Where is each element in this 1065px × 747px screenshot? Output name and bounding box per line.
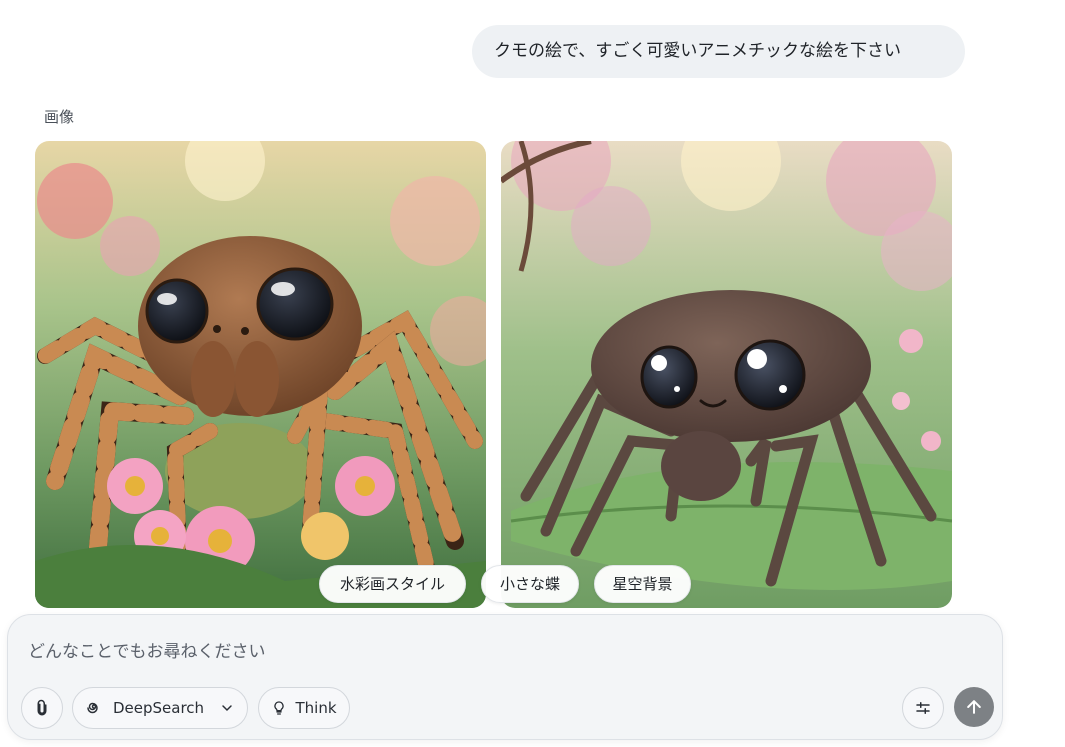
prompt-input[interactable]: どんなことでもお尋ねください <box>28 637 266 662</box>
sliders-icon <box>914 699 932 717</box>
settings-button[interactable] <box>902 687 944 729</box>
send-button[interactable] <box>954 687 994 727</box>
spider-image-1-art <box>35 141 486 608</box>
generated-image-1[interactable] <box>35 141 486 608</box>
attach-button[interactable] <box>21 687 63 729</box>
spiral-search-icon <box>85 699 103 717</box>
generated-image-2[interactable] <box>501 141 952 608</box>
user-message-bubble: クモの絵で、すごく可愛いアニメチックな絵を下さい <box>472 25 965 78</box>
user-message-text: クモの絵で、すごく可愛いアニメチックな絵を下さい <box>494 41 901 61</box>
composer: どんなことでもお尋ねください DeepSearch Think <box>7 614 1003 740</box>
suggestion-chip-butterfly[interactable]: 小さな蝶 <box>481 565 579 603</box>
deepsearch-button[interactable]: DeepSearch <box>72 687 248 729</box>
suggestion-chip-watercolor[interactable]: 水彩画スタイル <box>319 565 466 603</box>
spider-image-2-art <box>501 141 952 608</box>
deepsearch-label: DeepSearch <box>113 699 205 717</box>
suggestion-chip-starry-sky[interactable]: 星空背景 <box>594 565 691 603</box>
lightbulb-icon <box>271 700 287 716</box>
paperclip-icon <box>33 699 51 717</box>
chevron-down-icon[interactable] <box>219 700 235 716</box>
images-section-label: 画像 <box>44 108 75 126</box>
think-label: Think <box>295 699 337 717</box>
think-button[interactable]: Think <box>258 687 350 729</box>
arrow-up-icon <box>964 697 984 717</box>
